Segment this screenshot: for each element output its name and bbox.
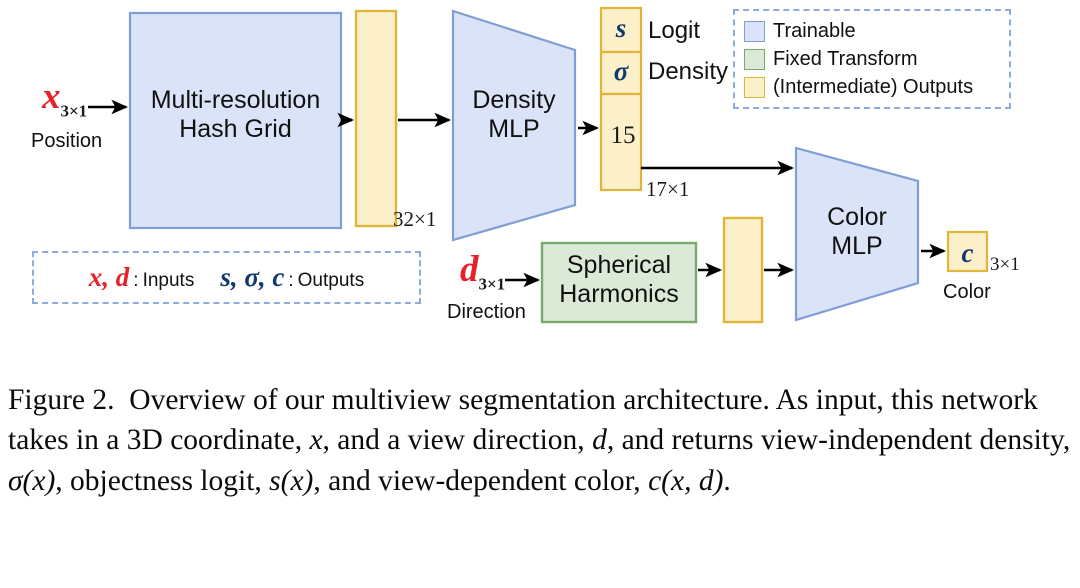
output-cell-density-symbol: σ	[613, 56, 629, 86]
symbol-legend: x, d : Inputs s, σ, c : Outputs	[32, 251, 421, 304]
legend-item-fixed-transform: Fixed Transform	[744, 45, 999, 73]
symbol-legend-output-word: Outputs	[297, 270, 365, 291]
input-direction-symbol: d3×1	[460, 249, 505, 293]
density-mlp-label-line1: Density	[472, 86, 556, 114]
sh-feature-vector	[722, 216, 764, 324]
color-output-caption: Color	[943, 281, 991, 303]
symbol-legend-input-vars: x, d	[88, 262, 130, 292]
color-mlp-label-line1: Color	[827, 203, 887, 231]
symbol-legend-inputs: x, d : Inputs	[89, 262, 195, 293]
architecture-diagram: x3×1 Position Multi-resolution Hash Grid…	[0, 0, 1080, 355]
density-mlp-label-line2: MLP	[488, 115, 540, 143]
color-output-symbol: c	[961, 238, 974, 268]
legend-item-outputs: (Intermediate) Outputs	[744, 73, 999, 101]
symbol-legend-input-word: Inputs	[142, 270, 195, 291]
legend-swatch-trainable	[744, 20, 765, 42]
legend-label-trainable: Trainable	[773, 19, 856, 42]
symbol-legend-outputs: s, σ, c : Outputs	[220, 262, 364, 293]
spherical-harmonics-label-line2: Harmonics	[559, 280, 679, 308]
color-mlp-label-line2: MLP	[831, 232, 883, 260]
direction-dim-subscript: 3×1	[478, 274, 506, 294]
hash-grid-label-line2: Hash Grid	[179, 115, 292, 143]
legend-swatch-outputs	[744, 76, 765, 98]
position-symbol-glyph: x	[42, 76, 61, 117]
hash-feature-dim-label: 32×1	[393, 207, 437, 231]
color-output-dim-label: 3×1	[990, 254, 1020, 275]
figure-caption: Figure 2. Overview of our multiview segm…	[8, 380, 1072, 501]
hash-grid-label-line1: Multi-resolution	[150, 86, 321, 114]
figure-caption-label: Figure 2.	[8, 384, 115, 416]
legend-swatch-fixed-transform	[744, 48, 765, 70]
legend-item-trainable: Trainable	[744, 17, 999, 45]
input-direction-caption: Direction	[447, 301, 526, 323]
figure-caption-body: Overview of our multiview segmentation a…	[8, 384, 1071, 497]
legend-label-outputs: (Intermediate) Outputs	[773, 75, 974, 98]
legend: Trainable Fixed Transform (Intermediate)…	[733, 9, 1011, 109]
logit-caption: Logit	[648, 17, 701, 44]
density-mlp-label: Density MLP	[453, 86, 575, 144]
figure-2-container: x3×1 Position Multi-resolution Hash Grid…	[0, 0, 1080, 588]
density-caption: Density	[648, 58, 729, 85]
spherical-harmonics-label-line1: Spherical	[566, 251, 672, 279]
symbol-legend-output-sep: :	[288, 270, 294, 291]
density-output-dim-label: 17×1	[646, 177, 690, 201]
input-position-symbol: x3×1	[42, 76, 87, 120]
hash-feature-vector	[354, 9, 398, 228]
symbol-legend-output-vars: s, σ, c	[220, 262, 285, 292]
color-mlp-label: Color MLP	[796, 203, 918, 261]
output-cell-logit-symbol: s	[615, 13, 627, 43]
output-cell-feature-size: 15	[610, 122, 636, 149]
input-position-caption: Position	[31, 130, 103, 152]
legend-label-fixed-transform: Fixed Transform	[773, 47, 918, 70]
hash-grid-label: Multi-resolution Hash Grid	[130, 86, 341, 144]
spherical-harmonics-label: Spherical Harmonics	[542, 251, 696, 309]
direction-symbol-glyph: d	[460, 249, 479, 290]
symbol-legend-input-sep: :	[133, 270, 139, 291]
position-dim-subscript: 3×1	[60, 101, 88, 121]
